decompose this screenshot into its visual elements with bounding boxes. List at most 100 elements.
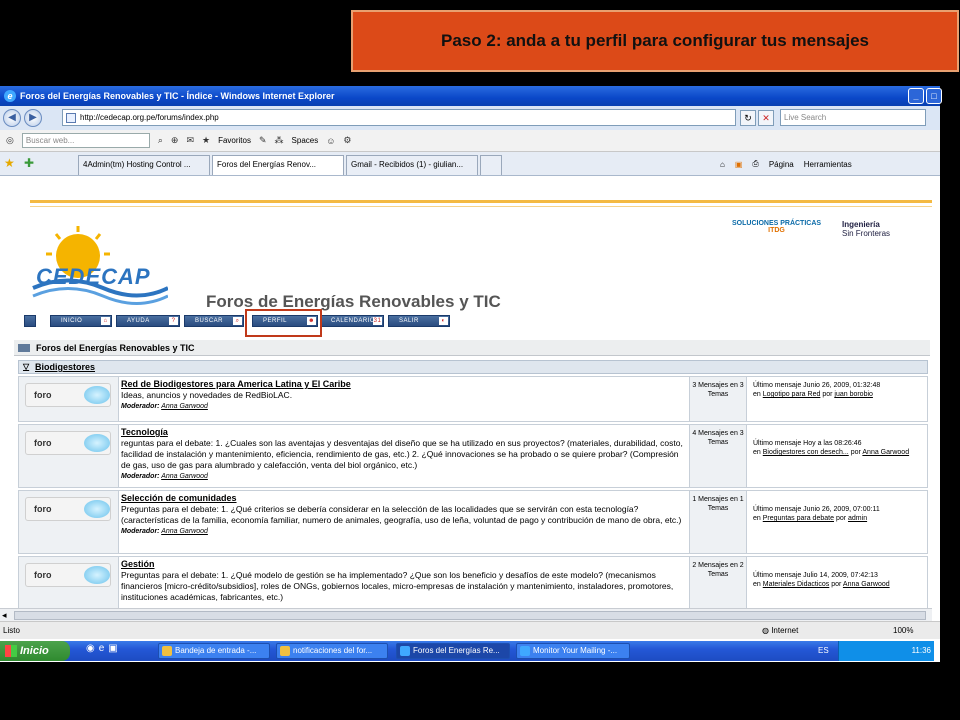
nav-calendario[interactable]: CALENDARIO 31 [320, 315, 384, 327]
web-search-input[interactable]: Buscar web... [21, 133, 150, 148]
page-content: CEDECAP SOLUCIONES PRÁCTICAS ITDG Ingeni… [0, 178, 932, 608]
last-post-user[interactable]: admin [848, 515, 867, 522]
forum-name-link[interactable]: Tecnología [121, 427, 689, 438]
stop-icon[interactable]: ✕ [758, 110, 774, 126]
scroll-thumb[interactable] [14, 611, 926, 620]
status-bar: Listo ◍ Internet 100% [0, 621, 940, 639]
forum-name-link[interactable]: Selección de comunidades [121, 493, 689, 504]
rss-icon[interactable]: ▣ [735, 160, 743, 169]
add-favorite-icon[interactable]: ✚ [24, 156, 34, 170]
collapse-triangle-icon[interactable]: ▽ [23, 361, 29, 373]
nav-buscar[interactable]: BUSCAR ⌕ [184, 315, 244, 327]
last-post-date: Último mensaje Junio 26, 2009, 07:00:11 [753, 506, 880, 513]
status-zone: ◍ Internet [762, 626, 799, 635]
last-post-topic[interactable]: Preguntas para debate [763, 515, 834, 522]
nav-ayuda[interactable]: AYUDA? [116, 315, 180, 327]
nav-ayuda-label: AYUDA [127, 318, 150, 324]
partner2-sub: Sin Fronteras [842, 229, 891, 238]
favorites-center-icon[interactable]: ★ [4, 156, 15, 170]
partner-logo-soluciones: SOLUCIONES PRÁCTICAS ITDG [732, 220, 821, 234]
print-icon[interactable]: ⎙ [752, 159, 758, 169]
maximize-button[interactable]: □ [926, 88, 942, 104]
edit-icon[interactable]: ✎ [259, 135, 267, 146]
last-post-topic[interactable]: Logotipo para Red [763, 391, 821, 398]
back-icon[interactable]: ◀ [3, 109, 21, 127]
last-post-user[interactable]: Anna Garwood [843, 581, 890, 588]
last-post-prefix: en [753, 391, 761, 398]
home-icon[interactable]: ⌂ [720, 160, 725, 169]
quick-launch-icon[interactable]: ◉ [86, 643, 95, 654]
messenger-icon[interactable]: ☺ [326, 136, 335, 146]
new-tab-button[interactable] [480, 155, 502, 175]
herramientas-menu[interactable]: Herramientas [804, 160, 852, 169]
partner2-name: Ingeniería [842, 220, 880, 229]
scroll-left-icon[interactable]: ◂ [2, 610, 7, 621]
forum-description: Red de Biodigestores para America Latina… [121, 379, 689, 412]
nav-inicio[interactable]: INICIO ⌂ [50, 315, 112, 327]
quick-launch-ie-icon[interactable]: e [99, 643, 105, 654]
taskbar-item[interactable]: notificaciones del for... [276, 643, 388, 659]
taskbar-item[interactable]: Foros del Energías Re... [396, 643, 510, 659]
forum-stats: 3 Mensajes en 3 Temas [689, 377, 747, 421]
forward-icon[interactable]: ▶ [24, 109, 42, 127]
moderator-label: Moderador: [121, 528, 160, 535]
forum-icon[interactable]: foro [25, 383, 111, 407]
system-tray: 11:36 [838, 641, 934, 661]
perfil-highlight-box [245, 309, 322, 337]
settings-icon[interactable]: ⚙ [343, 135, 351, 146]
horizontal-scrollbar[interactable]: ◂ [0, 608, 932, 621]
forum-icon[interactable]: foro [25, 563, 111, 587]
speech-bubble-icon [84, 386, 110, 404]
tab-gmail[interactable]: Gmail - Recibidos (1) - giulian... [346, 155, 478, 175]
collapse-icon[interactable] [24, 315, 36, 327]
forum-name-link[interactable]: Red de Biodigestores para America Latina… [121, 379, 689, 390]
taskbar-item[interactable]: Monitor Your Mailing -... [516, 643, 630, 659]
last-post-by: por [850, 449, 861, 456]
forum-name-link[interactable]: Gestión [121, 559, 689, 570]
refresh-icon[interactable]: ↻ [740, 110, 756, 126]
spaces-button[interactable]: Spaces [292, 136, 319, 145]
mail-icon[interactable]: ✉ [186, 135, 194, 146]
forum-desc: Preguntas para el debate: 1. ¿Qué modelo… [121, 570, 674, 602]
favoritos-button[interactable]: Favoritos [218, 136, 251, 145]
speech-bubble-icon [84, 500, 110, 518]
search-icon[interactable]: ⌕ [158, 135, 163, 146]
last-post-topic[interactable]: Biodigestores con desech... [763, 449, 849, 456]
minimize-button[interactable]: _ [908, 88, 924, 104]
moderator-link[interactable]: Anna Garwood [161, 473, 208, 480]
board-header-title: Foros del Energías Renovables y TIC [36, 343, 195, 353]
last-post-user[interactable]: juan borobio [834, 391, 873, 398]
mail-icon [280, 646, 290, 656]
forum-description: Gestión Preguntas para el debate: 1. ¿Qu… [121, 559, 689, 603]
category-name[interactable]: Biodigestores [35, 362, 95, 372]
moderator-link[interactable]: Anna Garwood [161, 403, 208, 410]
moderator-label: Moderador: [121, 473, 160, 480]
zoom-level[interactable]: 100% [893, 622, 913, 640]
forum-moderator: Moderador: Anna Garwood [121, 526, 689, 537]
add-icon[interactable]: ⊕ [171, 135, 179, 146]
tab-bar: ★ ✚ 4Admin(tm) Hosting Control ... Foros… [0, 152, 940, 176]
nav-inicio-label: INICIO [61, 318, 83, 324]
start-button[interactable]: Inicio [0, 641, 70, 661]
forum-icon[interactable]: foro [25, 431, 111, 455]
quick-launch-outlook-icon[interactable]: ▣ [108, 643, 117, 654]
taskbar-item[interactable]: Bandeja de entrada -... [158, 643, 270, 659]
forum-icon-cell: foro [19, 491, 119, 553]
forum-icon-cell: foro [19, 557, 119, 608]
language-indicator[interactable]: ES [818, 641, 829, 661]
last-post-topic[interactable]: Materiales Didacticos [763, 581, 830, 588]
tab-hosting[interactable]: 4Admin(tm) Hosting Control ... [78, 155, 210, 175]
last-post-user[interactable]: Anna Garwood [862, 449, 909, 456]
category-row[interactable]: ▽ Biodigestores [18, 360, 928, 374]
pagina-menu[interactable]: Página [769, 160, 794, 169]
moderator-link[interactable]: Anna Garwood [161, 528, 208, 535]
url-input[interactable]: http://cedecap.org.pe/forums/index.php [62, 109, 736, 126]
forum-icon[interactable]: foro [25, 497, 111, 521]
live-search-input[interactable]: Live Search [780, 109, 926, 126]
taskbar-item-label: Bandeja de entrada -... [175, 646, 257, 655]
nav-salir[interactable]: SALIR ◐ [388, 315, 450, 327]
forum-last-post: Último mensaje Junio 26, 2009, 01:32:48 … [751, 377, 929, 399]
last-post-line: en Logotipo para Red por juan borobio [753, 390, 929, 399]
last-post-date: Último mensaje Junio 26, 2009, 01:32:48 [753, 382, 881, 389]
tab-foros[interactable]: Foros del Energías Renov... [212, 155, 344, 175]
